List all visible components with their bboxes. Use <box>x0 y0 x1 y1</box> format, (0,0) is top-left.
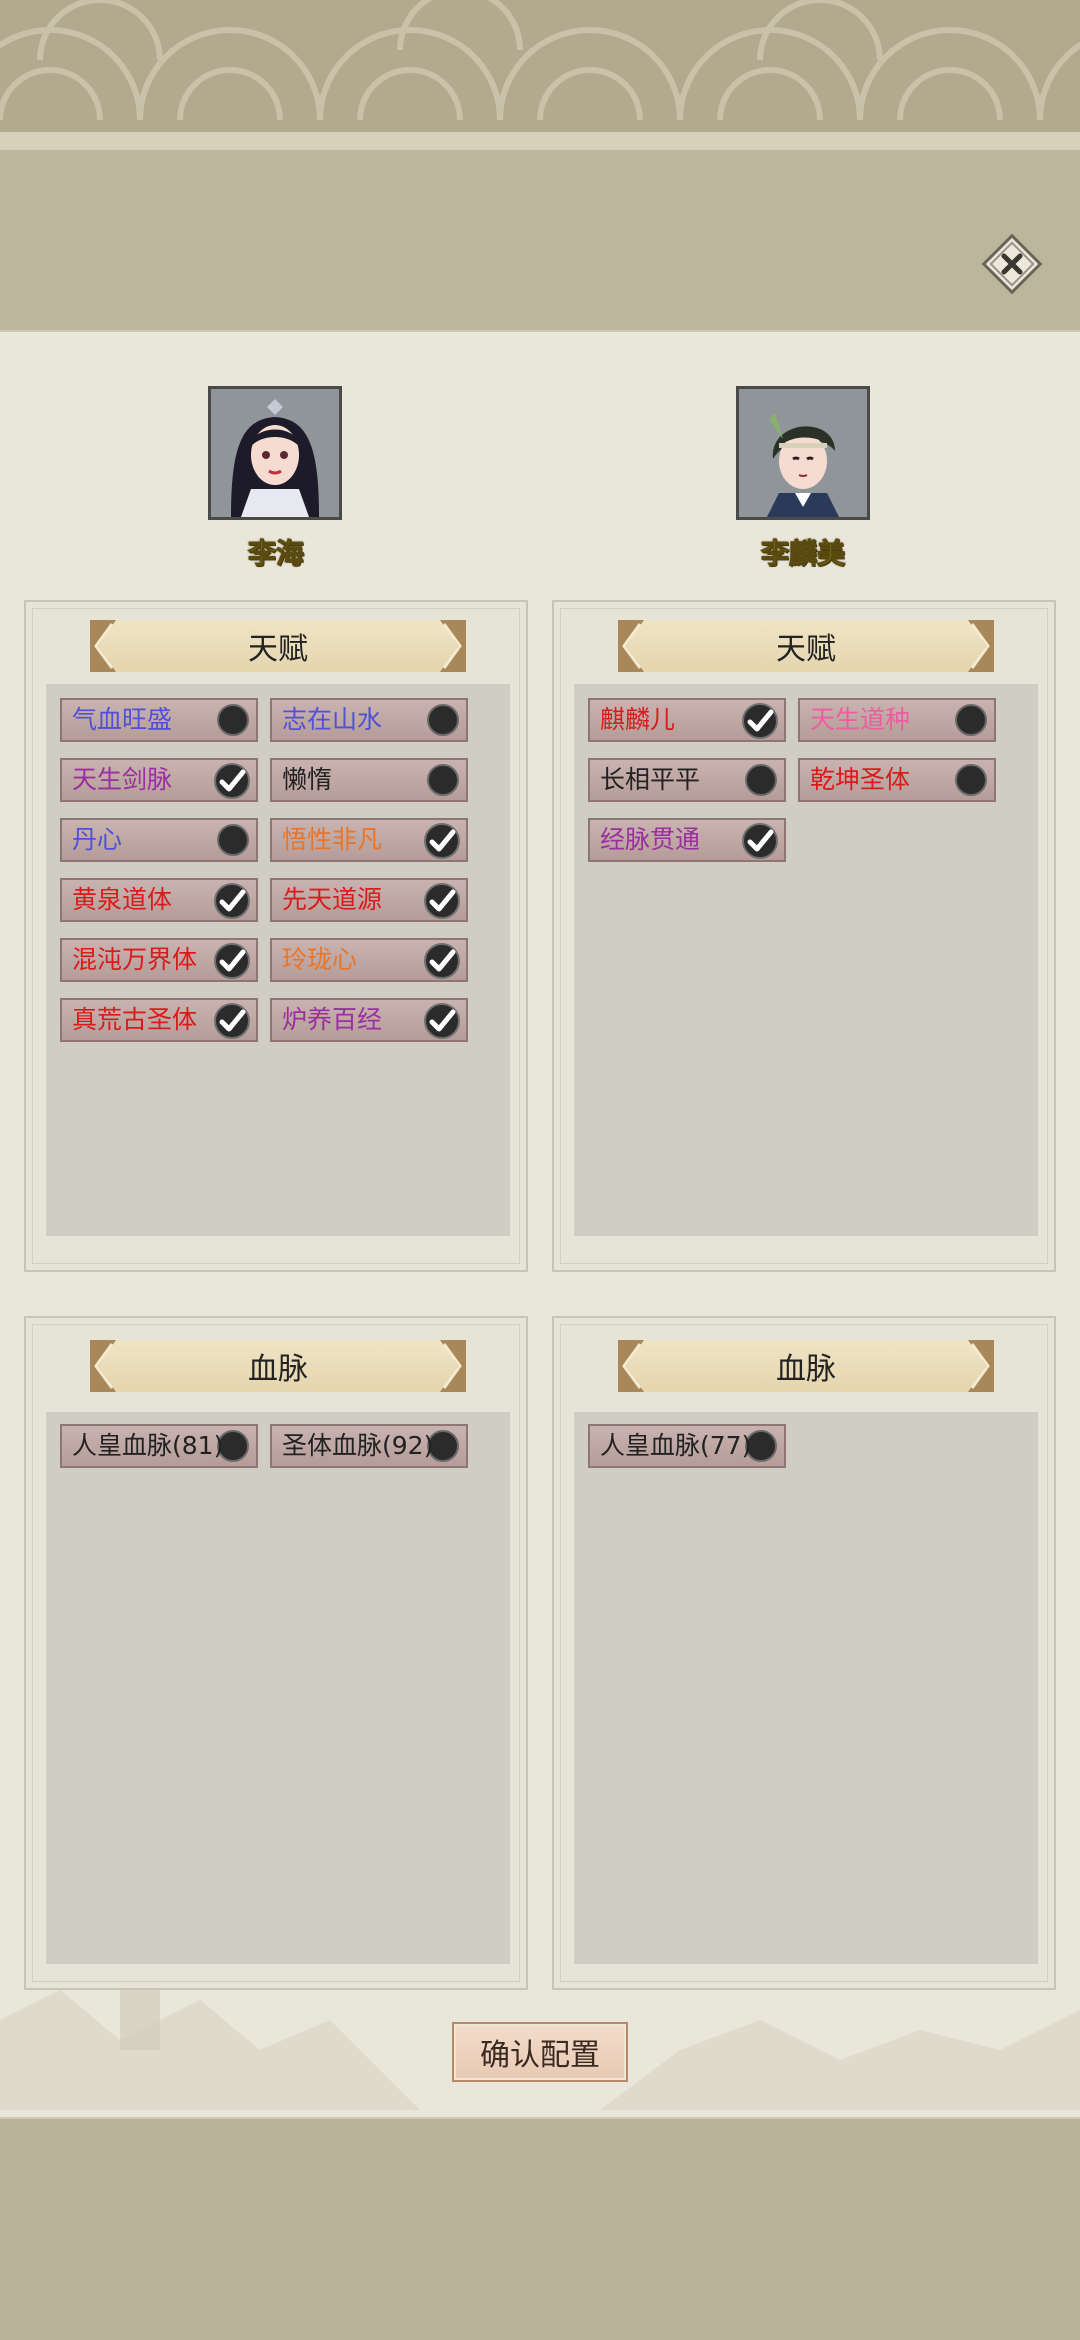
talent-left-tag[interactable]: 志在山水 <box>270 698 468 742</box>
bloodline-panel-left: 血脉 <box>24 1316 528 1990</box>
checkmark-icon <box>742 823 778 859</box>
talent-left-tag[interactable]: 懒惰 <box>270 758 468 802</box>
talent-left-tag[interactable]: 气血旺盛 <box>60 698 258 742</box>
chevron-right-icon <box>440 620 466 672</box>
empty-dot-icon <box>427 764 459 796</box>
talent-left-tag-label: 炉养百经 <box>282 1005 383 1034</box>
talent-left-tag-label: 天生剑脉 <box>72 765 173 794</box>
checkmark-icon <box>424 1003 460 1039</box>
bloodline-header-left: 血脉 <box>90 1340 466 1392</box>
talent-left-tag[interactable]: 炉养百经 <box>270 998 468 1042</box>
talent-right-tag-label: 乾坤圣体 <box>810 765 911 794</box>
empty-dot-icon <box>955 704 987 736</box>
talent-left-tag[interactable]: 先天道源 <box>270 878 468 922</box>
confirm-config-button[interactable]: 确认配置 <box>452 2022 628 2082</box>
talent-right-tag[interactable]: 乾坤圣体 <box>798 758 996 802</box>
talent-left-tag[interactable]: 真荒古圣体 <box>60 998 258 1042</box>
character-name-right: 李麟美 <box>760 537 845 571</box>
checkmark-icon <box>214 883 250 919</box>
talent-left-tag-label: 真荒古圣体 <box>72 1005 198 1034</box>
chevron-left-icon <box>618 1340 644 1392</box>
talent-right-tag-label: 长相平平 <box>600 765 701 794</box>
checkmark-icon <box>214 943 250 979</box>
talent-left-tag-label: 玲珑心 <box>282 945 358 974</box>
talent-right-tag[interactable]: 天生道种 <box>798 698 996 742</box>
talent-left-tag-label: 懒惰 <box>282 765 333 794</box>
bloodline-left-tag[interactable]: 圣体血脉(92) <box>270 1424 468 1468</box>
chevron-right-icon <box>968 620 994 672</box>
talent-title-left: 天赋 <box>248 632 308 667</box>
talent-header-left: 天赋 <box>90 620 466 672</box>
empty-dot-icon <box>745 764 777 796</box>
talent-right-tag[interactable]: 经脉贯通 <box>588 818 786 862</box>
talent-left-tag-label: 先天道源 <box>282 885 383 914</box>
avatar-left[interactable] <box>208 386 342 520</box>
talent-right-tag[interactable]: 长相平平 <box>588 758 786 802</box>
chevron-right-icon <box>440 1340 466 1392</box>
cloud-pattern <box>0 0 1080 150</box>
bloodline-left-tag[interactable]: 人皇血脉(81) <box>60 1424 258 1468</box>
character-name-left: 李海 <box>247 537 304 571</box>
chevron-right-icon <box>968 1340 994 1392</box>
checkmark-icon <box>424 823 460 859</box>
talent-left-tag[interactable]: 黄泉道体 <box>60 878 258 922</box>
bloodline-panel-right: 血脉 <box>552 1316 1056 1990</box>
chevron-left-icon <box>618 620 644 672</box>
checkmark-icon <box>214 763 250 799</box>
close-icon <box>981 233 1043 295</box>
close-button[interactable] <box>980 232 1044 296</box>
bloodline-title-left: 血脉 <box>248 1352 308 1387</box>
bloodline-left-tag-label: 圣体血脉(92) <box>282 1431 434 1460</box>
talent-left-tag-label: 混沌万界体 <box>72 945 198 974</box>
talent-right-tag[interactable]: 麒麟儿 <box>588 698 786 742</box>
bloodline-list-left <box>46 1412 510 1964</box>
talent-left-tag[interactable]: 天生剑脉 <box>60 758 258 802</box>
bloodline-left-tag-label: 人皇血脉(81) <box>72 1431 224 1460</box>
bottom-banner <box>0 2112 1080 2340</box>
bloodline-title-right: 血脉 <box>776 1352 836 1387</box>
talent-left-tag[interactable]: 混沌万界体 <box>60 938 258 982</box>
checkmark-icon <box>424 943 460 979</box>
empty-dot-icon <box>955 764 987 796</box>
empty-dot-icon <box>427 704 459 736</box>
empty-dot-icon <box>217 704 249 736</box>
bloodline-list-right <box>574 1412 1038 1964</box>
talent-header-right: 天赋 <box>618 620 994 672</box>
talent-left-tag[interactable]: 玲珑心 <box>270 938 468 982</box>
bloodline-right-tag-label: 人皇血脉(77) <box>600 1431 752 1460</box>
talent-title-right: 天赋 <box>776 632 836 667</box>
top-banner <box>0 0 1080 332</box>
talent-right-tag-label: 经脉贯通 <box>600 825 701 854</box>
talent-left-tag-label: 丹心 <box>72 825 123 854</box>
talent-left-tag-label: 气血旺盛 <box>72 705 173 734</box>
checkmark-icon <box>742 703 778 739</box>
talent-left-tag[interactable]: 悟性非凡 <box>270 818 468 862</box>
talent-left-tag[interactable]: 丹心 <box>60 818 258 862</box>
talent-left-tag-label: 悟性非凡 <box>282 825 383 854</box>
checkmark-icon <box>424 883 460 919</box>
talent-left-tag-label: 黄泉道体 <box>72 885 173 914</box>
talent-right-tag-label: 天生道种 <box>810 705 911 734</box>
chevron-left-icon <box>90 1340 116 1392</box>
talent-left-tag-label: 志在山水 <box>282 705 383 734</box>
male-portrait <box>739 389 867 517</box>
empty-dot-icon <box>217 824 249 856</box>
talent-right-tag-label: 麒麟儿 <box>600 705 676 734</box>
avatar-right[interactable] <box>736 386 870 520</box>
female-portrait <box>211 389 339 517</box>
bloodline-right-tag[interactable]: 人皇血脉(77) <box>588 1424 786 1468</box>
bloodline-header-right: 血脉 <box>618 1340 994 1392</box>
checkmark-icon <box>214 1003 250 1039</box>
chevron-left-icon <box>90 620 116 672</box>
